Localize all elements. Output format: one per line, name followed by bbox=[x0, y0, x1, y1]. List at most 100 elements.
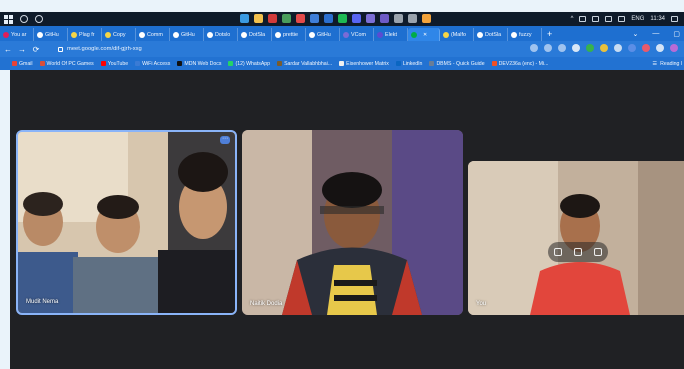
wifi-icon[interactable] bbox=[605, 16, 613, 22]
brave-app-icon[interactable] bbox=[296, 14, 305, 23]
reading-list-button[interactable]: ☰ Reading l bbox=[652, 57, 682, 70]
back-icon[interactable]: ← bbox=[2, 45, 14, 54]
browser-tab[interactable]: (Malfo bbox=[440, 28, 474, 41]
bookmark-favicon-icon bbox=[39, 61, 45, 66]
extension-icon[interactable] bbox=[586, 44, 594, 52]
tray-icon[interactable] bbox=[592, 16, 600, 22]
volume-icon[interactable] bbox=[618, 16, 626, 22]
copy-icon bbox=[105, 31, 111, 38]
browser-tab[interactable]: GitHu bbox=[34, 28, 68, 41]
reload-icon[interactable]: ⟳ bbox=[30, 45, 42, 54]
tab-label: GitHu bbox=[181, 31, 195, 38]
bookmark-favicon-icon bbox=[100, 61, 106, 66]
browser-tab[interactable]: Plag fr bbox=[68, 28, 102, 41]
pin-icon[interactable] bbox=[554, 248, 562, 256]
close-tab-icon[interactable]: ✕ bbox=[423, 32, 427, 38]
bookmark-item[interactable]: Sardar Vallabhbhai... bbox=[277, 61, 332, 67]
bookmark-item[interactable]: WiFi Access bbox=[135, 61, 170, 67]
meet-icon bbox=[411, 31, 417, 38]
chevron-up-icon[interactable]: ^ bbox=[571, 16, 574, 22]
task-view-icon[interactable] bbox=[35, 15, 43, 23]
bookmark-label: YouTube bbox=[107, 60, 129, 67]
spotify-app-icon[interactable] bbox=[338, 14, 347, 23]
extension-icon[interactable] bbox=[642, 44, 650, 52]
bookmark-item[interactable]: World Of PC Games bbox=[39, 61, 94, 67]
bookmark-label: DEV236a (enc) - Mi... bbox=[498, 60, 549, 67]
bookmark-item[interactable]: (12) WhatsApp bbox=[228, 61, 270, 67]
minimize-icon[interactable]: — bbox=[652, 30, 659, 37]
bookmark-item[interactable]: DBMS - Quick Guide bbox=[429, 61, 485, 67]
browser-tab[interactable]: Comm bbox=[136, 28, 170, 41]
tab-label: Plag fr bbox=[79, 31, 95, 38]
tab-label: Comm bbox=[147, 31, 163, 38]
browser-tab[interactable]: GitHu bbox=[306, 28, 340, 41]
camera-icon[interactable] bbox=[530, 44, 538, 52]
app-icon[interactable] bbox=[282, 14, 291, 23]
bookmark-item[interactable]: Gmail bbox=[12, 61, 33, 67]
browser-tab[interactable]: fuzzy bbox=[508, 28, 542, 41]
app-icon[interactable] bbox=[366, 14, 375, 23]
url-field[interactable]: meet.google.com/dif-gjrh-xxg bbox=[58, 43, 528, 55]
star-icon[interactable] bbox=[558, 44, 566, 52]
participant-tile-naitik[interactable]: Naitik Dodia bbox=[242, 130, 463, 315]
bookmark-item[interactable]: YouTube bbox=[100, 60, 129, 67]
chevron-down-icon[interactable]: ⌄ bbox=[633, 30, 639, 38]
share-icon[interactable] bbox=[544, 44, 552, 52]
browser-tab[interactable]: DotSla bbox=[474, 28, 508, 41]
clock[interactable]: 11:34 bbox=[650, 16, 665, 22]
browser-tab[interactable]: Dotslo bbox=[204, 28, 238, 41]
file-explorer-icon[interactable] bbox=[254, 14, 263, 23]
app-icon[interactable] bbox=[408, 14, 417, 23]
browser-tab[interactable]: DotSla bbox=[238, 28, 272, 41]
new-tab-icon[interactable]: + bbox=[542, 29, 557, 39]
tab-label: GitHu bbox=[317, 31, 331, 38]
chrome-app-icon[interactable] bbox=[422, 14, 431, 23]
browser-tab[interactable]: Elekt bbox=[374, 28, 408, 41]
forward-icon[interactable]: → bbox=[16, 45, 28, 54]
lock-icon[interactable] bbox=[58, 46, 63, 52]
app-icon[interactable] bbox=[324, 14, 333, 23]
language-indicator[interactable]: ENG bbox=[631, 16, 644, 22]
plag-icon bbox=[71, 31, 77, 38]
participant-tile-you[interactable]: You bbox=[468, 161, 684, 315]
github-icon bbox=[37, 31, 43, 38]
tray-icon[interactable] bbox=[579, 16, 587, 22]
extension-icon[interactable] bbox=[628, 44, 636, 52]
app-icon[interactable] bbox=[394, 14, 403, 23]
browser-tab[interactable]: VCom bbox=[340, 28, 374, 41]
bookmark-label: LinkedIn bbox=[402, 60, 423, 67]
profile-avatar[interactable] bbox=[670, 44, 678, 52]
office-app-icon[interactable] bbox=[268, 14, 277, 23]
participant-name: Naitik Dodia bbox=[250, 301, 283, 307]
expand-icon[interactable] bbox=[594, 248, 602, 256]
reading-list-icon: ☰ bbox=[652, 60, 658, 67]
bookmark-item[interactable]: MDN Web Docs bbox=[177, 61, 221, 67]
extension-icon[interactable] bbox=[572, 44, 580, 52]
participant-tile-mudit[interactable]: ⋯ Mudit Nema bbox=[16, 130, 237, 315]
windows-start-icon[interactable] bbox=[4, 14, 13, 24]
discord-app-icon[interactable] bbox=[352, 14, 361, 23]
browser-tab[interactable]: You ar bbox=[0, 28, 34, 41]
tab-label: DotSla bbox=[249, 31, 266, 38]
edge-app-icon[interactable] bbox=[240, 14, 249, 23]
browser-tab[interactable]: prettie bbox=[272, 28, 306, 41]
search-icon[interactable] bbox=[20, 15, 28, 23]
bookmark-item[interactable]: Eisenhower Matrix bbox=[339, 61, 389, 67]
browser-tab[interactable]: GitHu bbox=[170, 28, 204, 41]
notification-icon[interactable] bbox=[671, 16, 678, 22]
more-options-icon[interactable]: ⋯ bbox=[220, 136, 230, 144]
bookmark-item[interactable]: LinkedIn bbox=[395, 60, 423, 67]
browser-tab[interactable]: ✕ bbox=[408, 28, 440, 41]
vscode-app-icon[interactable] bbox=[310, 14, 319, 23]
app-icon[interactable] bbox=[380, 14, 389, 23]
maximize-icon[interactable]: ▢ bbox=[673, 30, 680, 38]
bookmark-favicon-icon bbox=[429, 61, 435, 66]
puzzle-icon[interactable] bbox=[656, 44, 664, 52]
bookmark-favicon-icon bbox=[395, 61, 401, 66]
layout-icon[interactable] bbox=[574, 248, 582, 256]
extension-icon[interactable] bbox=[614, 44, 622, 52]
bookmark-item[interactable]: DEV236a (enc) - Mi... bbox=[491, 60, 549, 67]
browser-tab[interactable]: Copy bbox=[102, 28, 136, 41]
participant-name: You bbox=[476, 301, 487, 307]
extension-icon[interactable] bbox=[600, 44, 608, 52]
